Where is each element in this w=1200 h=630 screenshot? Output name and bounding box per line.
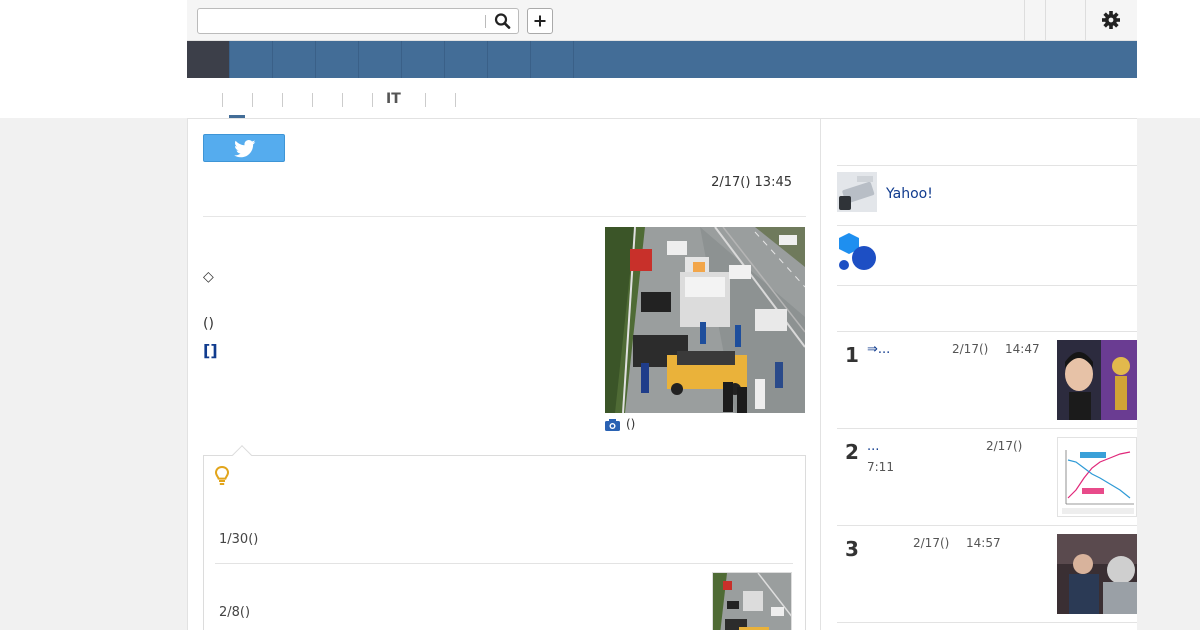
rank-number: 3 [845, 537, 859, 561]
nav-item[interactable] [402, 41, 445, 78]
subnav-item-it[interactable]: IT [386, 91, 401, 107]
subnav-separator [282, 93, 283, 107]
nav-item[interactable] [445, 41, 488, 78]
rank-time: 7:11 [867, 460, 894, 474]
nav-item[interactable] [531, 41, 574, 78]
rank-number: 1 [845, 343, 859, 367]
subnav-separator [252, 93, 253, 107]
category-navbar [187, 41, 1137, 78]
accident-photo[interactable] [605, 227, 805, 413]
subnav-separator [372, 93, 373, 107]
subnav-separator [425, 93, 426, 107]
related-articles-box: 1/30() 2/8() [203, 445, 806, 630]
article-date: 2/17() 13:45 [711, 175, 792, 190]
lightbulb-icon [215, 466, 229, 485]
article-source-text: () [203, 316, 214, 332]
search-button[interactable] [491, 11, 515, 31]
divider [215, 563, 793, 564]
sub-category-nav: IT [187, 80, 1137, 119]
ranking-item[interactable]: 1 ⇒... 2/17() 14:47 [837, 331, 1137, 427]
rank-date: 2/17() [952, 342, 989, 356]
photo-caption-text: () [626, 417, 636, 431]
divider [837, 165, 1137, 166]
yahoo-link[interactable]: Yahoo! [886, 186, 933, 202]
nav-item[interactable] [273, 41, 316, 78]
rank-time: 14:47 [1005, 342, 1040, 356]
hexagon-logo-icon[interactable] [837, 232, 877, 272]
tweet-button[interactable] [203, 134, 285, 162]
rank-number: 2 [845, 440, 859, 464]
nav-item[interactable] [359, 41, 402, 78]
rank-thumbnail[interactable] [1057, 534, 1137, 614]
rank-date: 2/17() [913, 536, 950, 550]
rank-title[interactable]: ... [867, 439, 879, 454]
nav-item[interactable] [488, 41, 531, 78]
rank-time: 14:57 [966, 536, 1001, 550]
header-divider [1045, 0, 1046, 40]
nav-item[interactable] [230, 41, 273, 78]
diamond-mark: ◇ [203, 269, 214, 285]
divider [837, 622, 1137, 623]
article-link[interactable]: [] [203, 341, 218, 360]
search-input[interactable] [202, 12, 480, 30]
header-divider [1085, 0, 1086, 40]
ranking-item[interactable]: 2 ... 2/17() 7:11 [837, 428, 1137, 524]
gear-icon [1102, 11, 1120, 29]
nav-item[interactable] [316, 41, 359, 78]
related-item-date[interactable]: 1/30() [219, 532, 258, 547]
divider [203, 216, 806, 217]
rank-thumbnail[interactable] [1057, 340, 1137, 420]
subnav-separator [312, 93, 313, 107]
search-box [197, 8, 519, 34]
rank-thumbnail[interactable] [1057, 437, 1137, 517]
search-separator [485, 15, 486, 28]
subnav-separator [222, 93, 223, 107]
divider [837, 285, 1137, 286]
search-icon [494, 13, 511, 29]
yahoo-thumbnail[interactable] [837, 172, 877, 212]
header-divider [1024, 0, 1025, 40]
related-item-thumbnail[interactable] [712, 572, 792, 630]
sidebar: Yahoo! 1 ⇒... 2/17() 14:47 2 ... 2/17() … [821, 118, 1137, 630]
subnav-separator [342, 93, 343, 107]
divider [837, 225, 1137, 226]
ranking-item[interactable]: 3 2/17() 14:57 [837, 525, 1137, 621]
twitter-bird-icon [234, 140, 256, 158]
settings-button[interactable] [1098, 8, 1124, 32]
related-item-date[interactable]: 2/8() [219, 605, 250, 620]
rank-title[interactable]: ⇒... [867, 342, 890, 357]
subnav-separator [455, 93, 456, 107]
plus-icon [534, 15, 546, 27]
camera-icon [605, 419, 620, 431]
article-column: 2/17() 13:45 ◇ () [] () 1/30() 2/8() [187, 118, 821, 630]
related-notch [232, 445, 252, 465]
header-bar [187, 0, 1137, 41]
rank-date: 2/17() [986, 439, 1023, 453]
add-button[interactable] [527, 8, 553, 34]
nav-item-top[interactable] [187, 41, 230, 78]
